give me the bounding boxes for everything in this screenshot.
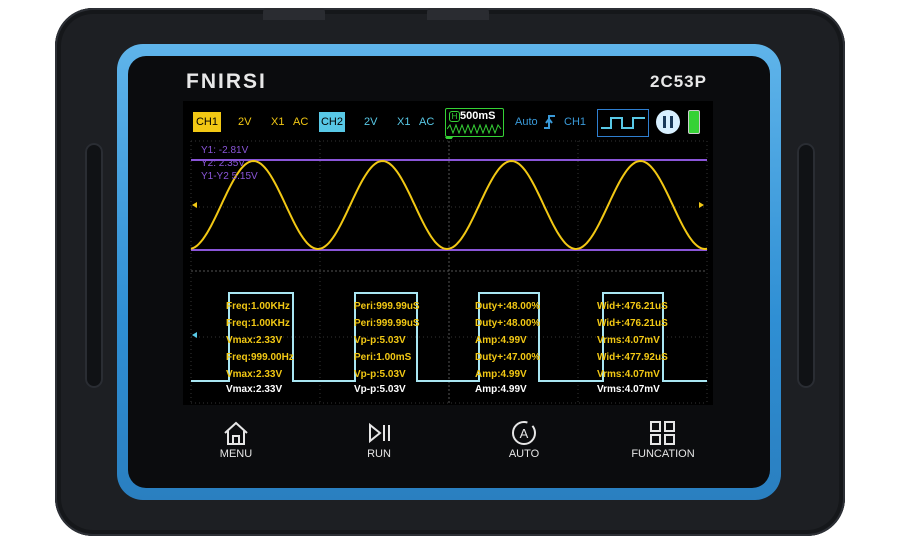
grid-icon <box>650 421 675 445</box>
measurement-value: Wid+:476.21uS <box>597 318 668 329</box>
measurement-value: Vp-p:5.03V <box>354 384 406 395</box>
measurement-value: Freq:999.00Hz <box>226 352 294 363</box>
ch1-probe[interactable]: X1 <box>271 112 284 132</box>
measurement-value: Vrms:4.07mV <box>597 384 660 395</box>
ch2-coupling[interactable]: AC <box>419 112 434 132</box>
right-grip <box>797 143 815 388</box>
cursor-diff: Y1-Y2 5.15V <box>201 171 258 182</box>
horizontal-icon: H <box>449 111 460 122</box>
auto-button[interactable]: A AUTO <box>484 420 564 460</box>
top-port-left <box>263 8 325 20</box>
cursor-y1: Y1: -2.81V <box>201 145 249 156</box>
ch1-volts[interactable]: 2V <box>238 112 251 132</box>
measurement-value: Duty+:48.00% <box>475 318 541 329</box>
measurement-value: Amp:4.99V <box>475 384 527 395</box>
measurement-value: Amp:4.99V <box>475 369 527 380</box>
timebase-value: 500mS <box>460 110 496 122</box>
ch1-coupling[interactable]: AC <box>293 112 308 132</box>
ch2-label[interactable]: CH2 <box>319 112 345 132</box>
play-pause-icon <box>369 422 390 444</box>
waveform-plot[interactable] <box>183 139 713 405</box>
measurement-value: Duty+:48.00% <box>475 301 541 312</box>
measurement-value: Freq:1.00KHz <box>226 301 290 312</box>
trigger-source[interactable]: CH1 <box>564 112 586 132</box>
function-button-label: FUNCATION <box>631 448 695 460</box>
ch2-volts[interactable]: 2V <box>364 112 377 132</box>
model-label: 2C53P <box>650 72 707 91</box>
run-button-label: RUN <box>367 448 391 460</box>
trigger-mode[interactable]: Auto <box>515 112 538 132</box>
auto-icon: A <box>512 421 536 445</box>
measurement-value: Peri:999.99uS <box>354 318 420 329</box>
brand-logo: FNIRSI <box>186 70 267 93</box>
measurement-value: Wid+:477.92uS <box>597 352 668 363</box>
timebase-box[interactable]: H 500mS <box>445 108 504 137</box>
function-button[interactable]: FUNCATION <box>622 420 704 460</box>
pause-icon[interactable] <box>656 110 680 134</box>
measurement-value: Amp:4.99V <box>475 335 527 346</box>
waveform-preview-icon[interactable] <box>597 109 649 137</box>
measurement-value: Wid+:476.21uS <box>597 301 668 312</box>
auto-button-label: AUTO <box>508 448 540 460</box>
measurement-value: Vrms:4.07mV <box>597 335 660 346</box>
svg-text:A: A <box>520 426 529 441</box>
measurement-value: Vp-p:5.03V <box>354 369 406 380</box>
measurement-value: Freq:1.00KHz <box>226 318 290 329</box>
measurement-value: Peri:1.00mS <box>354 352 412 363</box>
menu-button-label: MENU <box>219 448 253 460</box>
menu-button[interactable]: MENU <box>196 420 276 460</box>
measurement-value: Vrms:4.07mV <box>597 369 660 380</box>
measurement-value: Duty+:47.00% <box>475 352 541 363</box>
measurement-value: Vmax:2.33V <box>226 335 283 346</box>
measurement-value: Vmax:2.33V <box>226 369 283 380</box>
lcd-screen: CH1 2V X1 AC CH2 2V X1 AC H 500mS Auto C… <box>183 101 713 405</box>
left-grip <box>85 143 103 388</box>
measurement-value: Vp-p:5.03V <box>354 335 406 346</box>
top-port-right <box>427 8 489 20</box>
measurement-value: Peri:999.99uS <box>354 301 420 312</box>
status-bar: CH1 2V X1 AC CH2 2V X1 AC H 500mS Auto C… <box>183 101 713 143</box>
battery-icon <box>688 110 700 134</box>
ch2-probe[interactable]: X1 <box>397 112 410 132</box>
home-icon <box>224 421 248 445</box>
trigger-edge-icon[interactable] <box>543 114 557 130</box>
measurement-value: Vmax:2.33V <box>226 384 283 395</box>
timebase-wave-icon <box>447 124 502 134</box>
run-button[interactable]: RUN <box>339 420 419 460</box>
ch1-label[interactable]: CH1 <box>193 112 221 132</box>
cursor-y2: Y2: 2.35V <box>201 158 245 169</box>
